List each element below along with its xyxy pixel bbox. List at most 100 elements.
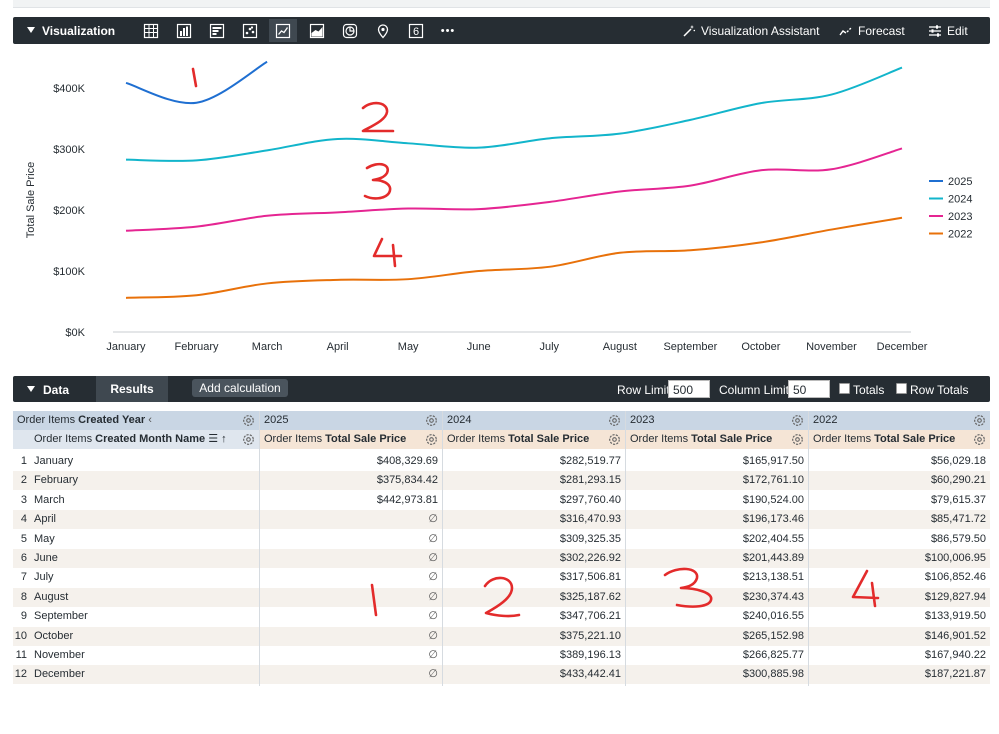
collapse-data-caret-icon[interactable]: [27, 386, 35, 392]
totals-checkbox[interactable]: [839, 383, 850, 394]
value-cell[interactable]: $389,196.13: [442, 646, 621, 665]
value-cell[interactable]: $86,579.50: [808, 530, 986, 549]
gear-icon[interactable]: [973, 433, 986, 446]
month-cell[interactable]: August: [34, 588, 254, 607]
legend-label-2025: 2025: [948, 176, 972, 188]
tab-results[interactable]: Results: [96, 376, 168, 402]
table-icon[interactable]: [137, 19, 165, 42]
value-cell[interactable]: $325,187.62: [442, 588, 621, 607]
value-cell[interactable]: $375,221.10: [442, 627, 621, 646]
month-cell[interactable]: February: [34, 471, 254, 490]
month-cell[interactable]: November: [34, 646, 254, 665]
value-cell[interactable]: $190,524.00: [625, 491, 804, 510]
value-cell[interactable]: $442,973.81: [259, 491, 438, 510]
month-cell[interactable]: April: [34, 510, 254, 529]
value-cell[interactable]: $213,138.51: [625, 568, 804, 587]
y-tick-label: $0K: [65, 327, 85, 339]
value-cell[interactable]: $265,152.98: [625, 627, 804, 646]
gear-icon[interactable]: [791, 414, 804, 427]
value-cell[interactable]: $230,374.43: [625, 588, 804, 607]
pivot-year-header[interactable]: 2023: [625, 411, 808, 430]
measure-header[interactable]: Order Items Total Sale Price: [259, 430, 442, 449]
value-cell[interactable]: $375,834.42: [259, 471, 438, 490]
data-section-label[interactable]: Data: [43, 383, 69, 397]
value-cell[interactable]: $202,404.55: [625, 530, 804, 549]
month-cell[interactable]: September: [34, 607, 254, 626]
gear-icon[interactable]: [608, 414, 621, 427]
month-cell[interactable]: December: [34, 665, 254, 684]
row-totals-checkbox[interactable]: [896, 383, 907, 394]
scatter-chart-icon[interactable]: [236, 19, 264, 42]
gear-icon[interactable]: [242, 414, 255, 427]
value-cell[interactable]: $317,506.81: [442, 568, 621, 587]
value-cell[interactable]: $172,761.10: [625, 471, 804, 490]
forecast-button[interactable]: Forecast: [839, 24, 905, 38]
area-chart-icon[interactable]: [303, 19, 331, 42]
pie-chart-icon[interactable]: [336, 19, 364, 42]
measure-header[interactable]: Order Items Total Sale Price: [625, 430, 808, 449]
value-cell[interactable]: $408,329.69: [259, 452, 438, 471]
month-cell[interactable]: January: [34, 452, 254, 471]
gear-icon[interactable]: [425, 414, 438, 427]
value-cell[interactable]: $146,901.52: [808, 627, 986, 646]
column-divider: [625, 411, 626, 686]
value-cell[interactable]: $266,825.77: [625, 646, 804, 665]
column-limit-input[interactable]: 50: [788, 380, 830, 398]
value-cell[interactable]: $106,852.46: [808, 568, 986, 587]
column-divider: [442, 411, 443, 686]
visualization-assistant-button[interactable]: Visualization Assistant: [682, 24, 820, 38]
value-cell[interactable]: $187,221.87: [808, 665, 986, 684]
value-cell[interactable]: $79,615.37: [808, 491, 986, 510]
pivot-year-header[interactable]: 2022: [808, 411, 990, 430]
value-cell[interactable]: $56,029.18: [808, 452, 986, 471]
value-cell[interactable]: $167,940.22: [808, 646, 986, 665]
value-cell[interactable]: $300,885.98: [625, 665, 804, 684]
value-cell[interactable]: $201,443.89: [625, 549, 804, 568]
value-cell[interactable]: $302,226.92: [442, 549, 621, 568]
gear-icon[interactable]: [608, 433, 621, 446]
measure-header[interactable]: Order Items Total Sale Price: [442, 430, 625, 449]
value-cell[interactable]: $133,919.50: [808, 607, 986, 626]
gear-icon[interactable]: [425, 433, 438, 446]
map-pin-icon[interactable]: [369, 19, 397, 42]
row-number: 7: [20, 571, 27, 584]
value-cell[interactable]: $309,325.35: [442, 530, 621, 549]
value-cell[interactable]: $100,006.95: [808, 549, 986, 568]
gear-icon[interactable]: [242, 433, 255, 446]
month-cell[interactable]: October: [34, 627, 254, 646]
value-cell[interactable]: $282,519.77: [442, 452, 621, 471]
value-cell[interactable]: $85,471.72: [808, 510, 986, 529]
value-cell[interactable]: $316,470.93: [442, 510, 621, 529]
measure-header-name: Total Sale Price: [508, 433, 590, 445]
measure-header[interactable]: Order Items Total Sale Price: [808, 430, 990, 449]
month-cell[interactable]: June: [34, 549, 254, 568]
collapse-visualization-caret-icon[interactable]: [27, 27, 35, 33]
gear-icon[interactable]: [973, 414, 986, 427]
pivot-year-header[interactable]: 2024: [442, 411, 625, 430]
bar-chart-icon[interactable]: [203, 19, 231, 42]
month-cell[interactable]: May: [34, 530, 254, 549]
row-limit-input[interactable]: 500: [668, 380, 710, 398]
value-cell[interactable]: $129,827.94: [808, 588, 986, 607]
visualization-title[interactable]: Visualization: [42, 24, 115, 38]
line-chart-icon[interactable]: [269, 19, 297, 42]
add-calculation-button[interactable]: Add calculation: [192, 379, 288, 397]
null-value-icon: ∅: [428, 532, 438, 545]
value-cell[interactable]: $60,290.21: [808, 471, 986, 490]
column-chart-icon[interactable]: [170, 19, 198, 42]
value-cell[interactable]: $297,760.40: [442, 491, 621, 510]
value-cell[interactable]: $165,917.50: [625, 452, 804, 471]
pivot-year-header[interactable]: 2025: [259, 411, 442, 430]
value-cell[interactable]: $281,293.15: [442, 471, 621, 490]
gear-icon[interactable]: [791, 433, 804, 446]
value-cell[interactable]: $196,173.46: [625, 510, 804, 529]
single-value-icon[interactable]: 6: [402, 19, 430, 42]
edit-button[interactable]: Edit: [928, 24, 968, 38]
value-cell[interactable]: $347,706.21: [442, 607, 621, 626]
month-cell[interactable]: March: [34, 491, 254, 510]
value-cell[interactable]: $433,442.41: [442, 665, 621, 684]
more-icon[interactable]: •••: [434, 19, 462, 42]
value-cell[interactable]: $240,016.55: [625, 607, 804, 626]
month-cell[interactable]: July: [34, 568, 254, 587]
forecast-icon: [839, 26, 853, 36]
